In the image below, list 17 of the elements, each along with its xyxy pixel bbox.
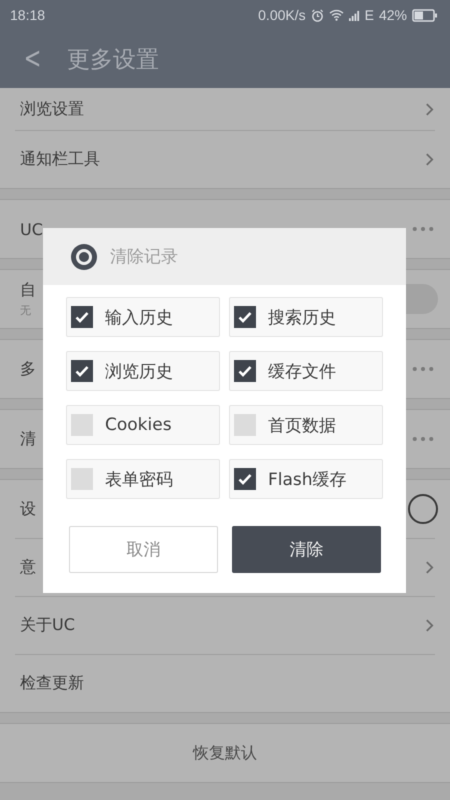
- row-title: 清: [20, 428, 36, 450]
- clock-time: 18:18: [10, 7, 46, 23]
- row-title: 自: [20, 280, 36, 301]
- network-speed: 0.00K/s: [258, 7, 306, 23]
- row-title: 关于UC: [20, 614, 75, 636]
- row-title: 通知栏工具: [20, 148, 100, 170]
- row-title: 意: [20, 556, 36, 578]
- dialog-title: 清除记录: [110, 246, 178, 268]
- row-title: 多: [20, 358, 36, 380]
- page-title: 更多设置: [67, 46, 160, 74]
- row-title: 检查更新: [20, 672, 84, 694]
- row-subtitle: 无: [20, 303, 32, 318]
- row-title: 设: [20, 498, 36, 520]
- row-title: 浏览设置: [20, 98, 84, 120]
- network-type: E: [364, 7, 374, 23]
- battery-percent: 42%: [378, 7, 407, 23]
- row-title: UC: [20, 220, 43, 238]
